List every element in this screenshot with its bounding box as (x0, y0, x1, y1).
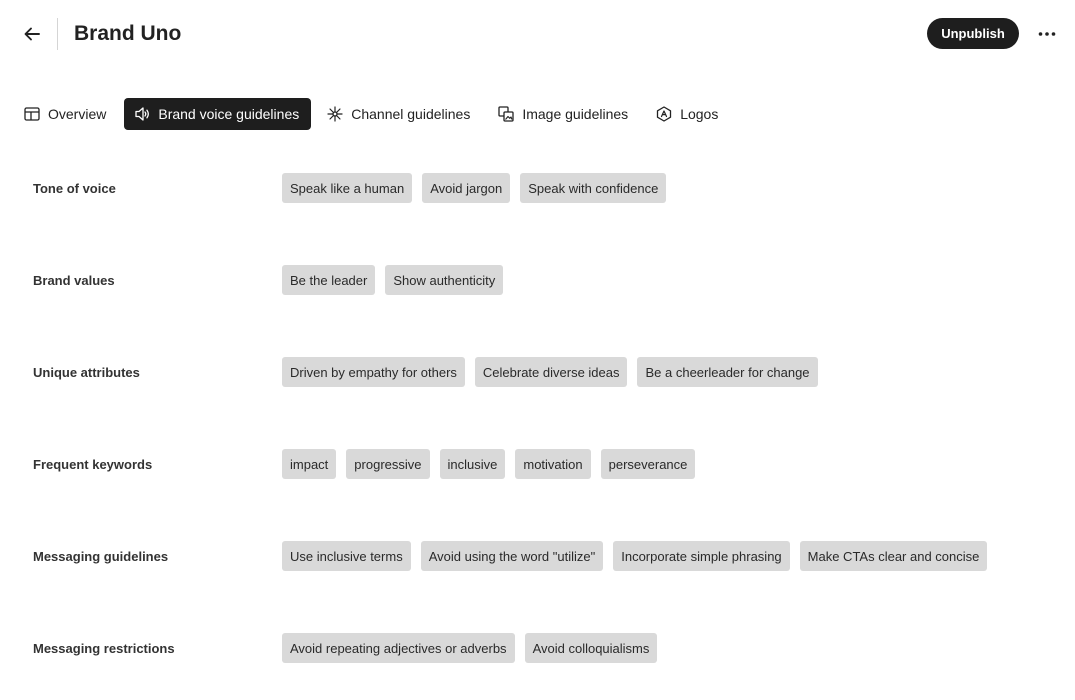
tab-label: Brand voice guidelines (158, 106, 300, 122)
arrow-left-icon (24, 27, 40, 41)
section-unique-attributes: Unique attributes Driven by empathy for … (0, 357, 1075, 424)
tag-list: Use inclusive terms Avoid using the word… (282, 541, 988, 571)
tag: Show authenticity (385, 265, 504, 295)
tab-overview[interactable]: Overview (14, 98, 118, 130)
tag: Avoid repeating adjectives or adverbs (282, 633, 515, 663)
back-button[interactable] (20, 22, 44, 46)
page-header: Brand Uno Unpublish (0, 0, 1075, 68)
section-label: Messaging restrictions (33, 641, 175, 656)
header-divider (57, 18, 58, 50)
page-title: Brand Uno (74, 22, 182, 45)
section-brand-values: Brand values Be the leader Show authenti… (0, 265, 1075, 332)
speaker-icon (135, 107, 150, 121)
tag: Avoid jargon (422, 173, 511, 203)
tag: Be a cheerleader for change (637, 357, 818, 387)
images-icon (498, 106, 514, 122)
tag: Driven by empathy for others (282, 357, 465, 387)
section-label: Messaging guidelines (33, 549, 169, 564)
section-tone-of-voice: Tone of voice Speak like a human Avoid j… (0, 173, 1075, 240)
section-label: Frequent keywords (33, 457, 153, 472)
logo-badge-icon (657, 106, 672, 122)
tab-logos[interactable]: Logos (646, 98, 730, 130)
tab-label: Overview (48, 106, 107, 122)
tag: motivation (515, 449, 591, 479)
tag: Celebrate diverse ideas (474, 357, 628, 387)
tag-list: Be the leader Show authenticity (282, 265, 504, 295)
tab-image-guidelines[interactable]: Image guidelines (488, 98, 640, 130)
section-label: Brand values (33, 273, 115, 288)
tag: impact (282, 449, 337, 479)
tag: Speak like a human (282, 173, 413, 203)
section-label: Tone of voice (33, 181, 116, 196)
tag-list: Speak like a human Avoid jargon Speak wi… (282, 173, 667, 203)
tag: Make CTAs clear and concise (799, 541, 988, 571)
tag: Avoid using the word "utilize" (420, 541, 604, 571)
tab-channel-guidelines[interactable]: Channel guidelines (317, 98, 482, 130)
network-icon (327, 106, 343, 122)
tab-label: Channel guidelines (351, 106, 471, 122)
tab-label: Logos (680, 106, 719, 122)
section-label: Unique attributes (33, 365, 140, 380)
section-frequent-keywords: Frequent keywords impact progressive inc… (0, 449, 1075, 516)
tab-brand-voice-guidelines[interactable]: Brand voice guidelines (124, 98, 312, 130)
tag: Speak with confidence (520, 173, 667, 203)
section-messaging-guidelines: Messaging guidelines Use inclusive terms… (0, 541, 1075, 608)
more-horizontal-icon (1038, 32, 1056, 36)
tag-list: Avoid repeating adjectives or adverbs Av… (282, 633, 658, 663)
more-options-button[interactable] (1033, 22, 1061, 46)
layout-icon (24, 107, 40, 121)
tag: inclusive (439, 449, 506, 479)
section-messaging-restrictions: Messaging restrictions Avoid repeating a… (0, 633, 1075, 700)
tag: perseverance (600, 449, 696, 479)
unpublish-button[interactable]: Unpublish (927, 18, 1019, 49)
tab-bar: Overview Brand voice guidelines Channel … (14, 98, 730, 130)
tag: progressive (346, 449, 430, 479)
tab-label: Image guidelines (522, 106, 629, 122)
tag: Be the leader (282, 265, 376, 295)
tag: Avoid colloquialisms (524, 633, 658, 663)
tag: Incorporate simple phrasing (613, 541, 790, 571)
tag: Use inclusive terms (282, 541, 411, 571)
tag-list: Driven by empathy for others Celebrate d… (282, 357, 818, 387)
tag-list: impact progressive inclusive motivation … (282, 449, 696, 479)
